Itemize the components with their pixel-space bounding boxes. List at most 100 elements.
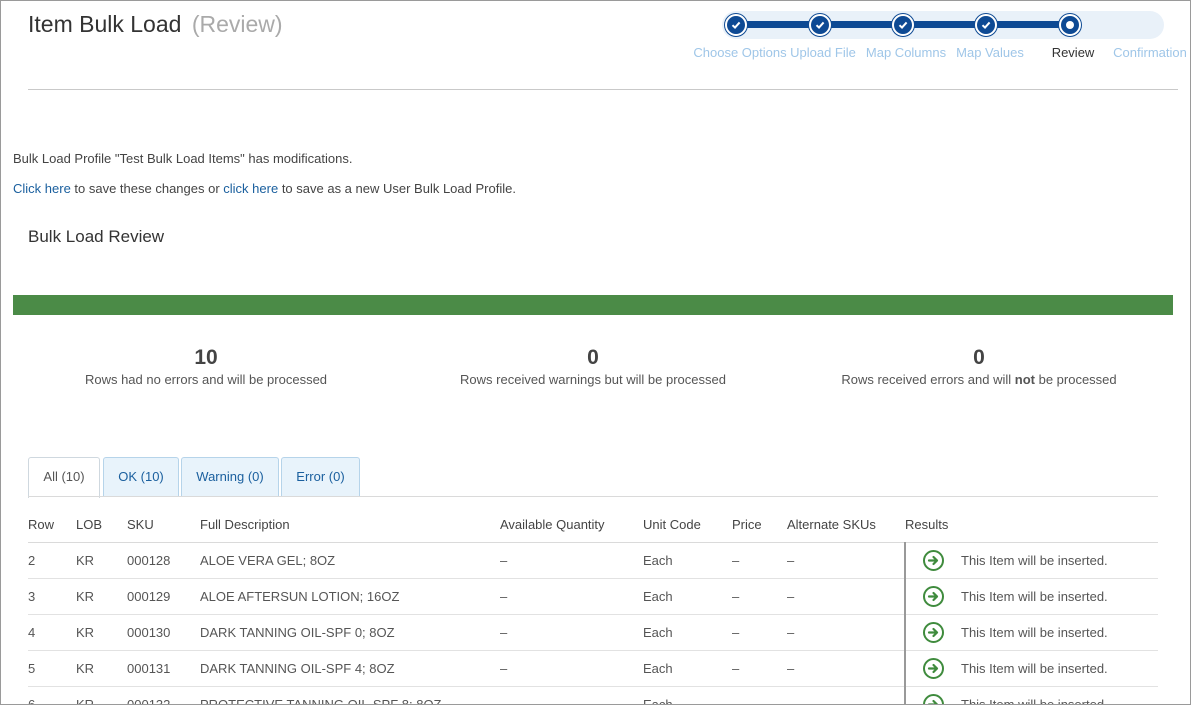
cell-lob: KR (76, 578, 127, 615)
step-review-current-icon (1059, 14, 1081, 36)
cell-price: – (732, 614, 787, 651)
arrow-right-circle-icon[interactable] (923, 621, 944, 643)
cell-result-text: This Item will be inserted. (961, 614, 1158, 651)
tab-all[interactable]: All (10) (28, 457, 100, 498)
cell-sku: 000130 (127, 614, 200, 651)
stat-errors-label-pre: Rows received errors and will (841, 372, 1015, 387)
cell-result-icon (904, 542, 961, 579)
col-header-alternate-skus[interactable]: Alternate SKUs (787, 508, 905, 543)
cell-unit: Each (643, 614, 732, 651)
cell-lob: KR (76, 614, 127, 651)
cell-sku: 000131 (127, 650, 200, 687)
cell-unit: Each (643, 542, 732, 579)
stat-warnings-value: 0 (587, 346, 599, 369)
cell-lob: KR (76, 686, 127, 704)
col-header-sku[interactable]: SKU (127, 508, 200, 543)
col-header-full-description[interactable]: Full Description (200, 508, 500, 543)
stat-errors: 0 Rows received errors and will not be p… (841, 346, 1116, 387)
step-map-columns-check-icon[interactable] (892, 14, 914, 36)
table-row[interactable]: 2 KR 000128 ALOE VERA GEL; 8OZ – Each – – This I… (28, 542, 1158, 579)
cell-alt: – (787, 650, 905, 687)
stat-processed-value: 10 (194, 346, 218, 369)
profile-modified-notice: Bulk Load Profile "Test Bulk Load Items"… (13, 151, 353, 166)
step-label-map-columns[interactable]: Map Columns (866, 45, 946, 60)
table-row[interactable]: 4 KR 000130 DARK TANNING OIL-SPF 0; 8OZ – Eac… (28, 614, 1158, 651)
col-header-price[interactable]: Price (732, 508, 787, 543)
cell-desc: DARK TANNING OIL-SPF 0; 8OZ (200, 614, 500, 651)
table-body: 2 KR 000128 ALOE VERA GEL; 8OZ – Each – – This I… (28, 542, 1158, 704)
stat-errors-value: 0 (973, 346, 985, 369)
review-progress-bar (13, 295, 1173, 315)
cell-row: 2 (28, 542, 76, 579)
arrow-right-circle-icon[interactable] (923, 585, 944, 607)
table-row[interactable]: 5 KR 000131 DARK TANNING OIL-SPF 4; 8OZ – Eac… (28, 650, 1158, 687)
cell-alt: – (787, 686, 905, 704)
arrow-right-circle-icon[interactable] (923, 549, 944, 571)
cell-result-icon (904, 686, 961, 704)
cell-sku: 000128 (127, 542, 200, 579)
col-header-lob[interactable]: LOB (76, 508, 127, 543)
wizard-steps: Choose Options Upload File Map Columns M… (1, 1, 1190, 71)
step-label-review: Review (1051, 45, 1095, 60)
table-header-row: Row LOB SKU Full Description Available Q… (28, 508, 1158, 543)
cell-price: – (732, 686, 787, 704)
cell-qty: – (500, 614, 643, 651)
stat-warnings: 0 Rows received warnings but will be pro… (460, 346, 726, 387)
cell-result-icon (904, 614, 961, 651)
table-row[interactable]: 3 KR 000129 ALOE AFTERSUN LOTION; 16OZ – Each… (28, 578, 1158, 615)
cell-sku: 000129 (127, 578, 200, 615)
cell-result-text: This Item will be inserted. (961, 578, 1158, 615)
arrow-right-circle-icon[interactable] (923, 693, 944, 704)
app-frame: Item Bulk Load (Review) Choose Options U… (0, 0, 1191, 705)
stat-processed: 10 Rows had no errors and will be proces… (85, 346, 327, 387)
title-divider (28, 89, 1178, 90)
cell-price: – (732, 578, 787, 615)
col-header-row[interactable]: Row (28, 508, 76, 543)
cell-unit: Each (643, 650, 732, 687)
stat-errors-label-bold: not (1014, 372, 1035, 387)
cell-row: 6 (28, 686, 76, 704)
table-row[interactable]: 6 KR 000132 PROTECTIVE TANNING OIL-SPF 8; 8… (28, 686, 1158, 704)
save-profile-notice: Click here to save these changes or clic… (13, 181, 516, 196)
review-table: Row LOB SKU Full Description Available Q… (28, 508, 1158, 704)
col-header-available-quantity[interactable]: Available Quantity (500, 508, 643, 543)
cell-lob: KR (76, 650, 127, 687)
save-changes-link[interactable]: Click here (13, 181, 71, 196)
cell-result-text: This Item will be inserted. (961, 686, 1158, 704)
tab-ok[interactable]: OK (10) (103, 457, 179, 497)
cell-result-text: This Item will be inserted. (961, 542, 1158, 579)
cell-qty: – (500, 578, 643, 615)
cell-row: 4 (28, 614, 76, 651)
cell-lob: KR (76, 542, 127, 579)
tab-warning[interactable]: Warning (0) (181, 457, 279, 497)
col-header-results[interactable]: Results (905, 508, 1158, 543)
cell-qty: – (500, 650, 643, 687)
step-label-upload-file[interactable]: Upload File (790, 45, 856, 60)
stat-errors-label: Rows received errors and will not be pro… (841, 372, 1116, 387)
cell-alt: – (787, 578, 905, 615)
save-new-profile-link[interactable]: click here (223, 181, 278, 196)
cell-desc: DARK TANNING OIL-SPF 4; 8OZ (200, 650, 500, 687)
notice-mid-text: to save these changes or (70, 181, 224, 196)
step-label-confirmation: Confirmation (1113, 45, 1187, 60)
col-header-unit-code[interactable]: Unit Code (643, 508, 732, 543)
cell-row: 3 (28, 578, 76, 615)
step-label-choose-options[interactable]: Choose Options (693, 45, 786, 60)
cell-unit: Each (643, 686, 732, 704)
step-upload-file-check-icon[interactable] (809, 14, 831, 36)
cell-result-text: This Item will be inserted. (961, 650, 1158, 687)
cell-unit: Each (643, 578, 732, 615)
cell-result-icon (904, 650, 961, 687)
step-map-values-check-icon[interactable] (975, 14, 997, 36)
tab-error[interactable]: Error (0) (281, 457, 360, 497)
step-choose-options-check-icon[interactable] (725, 14, 747, 36)
bulk-load-review-title: Bulk Load Review (28, 227, 165, 246)
step-label-map-values[interactable]: Map Values (956, 45, 1024, 60)
stat-warnings-label: Rows received warnings but will be proce… (460, 372, 726, 387)
cell-alt: – (787, 542, 905, 579)
notice-tail-text: to save as a new User Bulk Load Profile. (278, 181, 516, 196)
cell-result-icon (904, 578, 961, 615)
arrow-right-circle-icon[interactable] (923, 657, 944, 679)
stat-errors-label-post: be processed (1034, 372, 1117, 387)
cell-price: – (732, 542, 787, 579)
